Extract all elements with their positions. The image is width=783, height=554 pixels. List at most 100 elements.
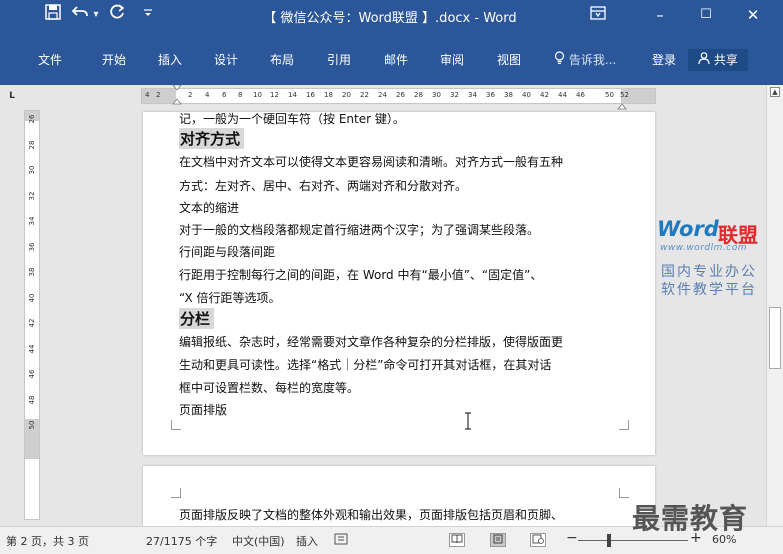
heading-columns: 分栏: [179, 308, 215, 329]
document-page[interactable]: 记，一般为一个硬回车符（按 Enter 键）。 对齐方式 在文档中对齐文本可以使…: [143, 112, 655, 455]
print-layout-icon[interactable]: [490, 533, 506, 547]
text-line: 对于一般的文档段落都规定首行缩进两个汉字；为了强调某些段落。: [179, 223, 540, 237]
ribbon-display-icon[interactable]: [578, 0, 618, 30]
ruler-tick: 44: [558, 91, 567, 99]
text-line: “X 倍行距等选项。: [179, 291, 281, 305]
undo-icon[interactable]: [70, 4, 90, 26]
insert-mode[interactable]: 插入: [296, 533, 318, 549]
text-line: 编辑报纸、杂志时，经常需要对文章作各种复杂的分栏排版，使得版面更: [179, 335, 564, 349]
read-mode-icon[interactable]: [449, 533, 465, 547]
signin-button[interactable]: 登录: [652, 51, 676, 69]
lightbulb-icon: [554, 51, 569, 67]
ruler-tick: 34: [468, 91, 477, 99]
ruler-tick: 44: [28, 344, 36, 353]
minimize-button[interactable]: –: [640, 0, 680, 30]
close-button[interactable]: ✕: [733, 0, 773, 30]
margin-corner-mark: [619, 420, 629, 430]
maximize-button[interactable]: ☐: [686, 0, 726, 30]
watermark-word: Word: [657, 217, 719, 241]
tab-file[interactable]: 文件: [38, 51, 62, 69]
text-cursor-icon: [464, 412, 472, 434]
title-bar: ▾ 【 微信公众号：Word联盟 】.docx - Word – ☐ ✕: [0, 0, 783, 30]
ruler-tick: 10: [253, 91, 262, 99]
ruler-tick: 8: [238, 91, 243, 99]
redo-icon[interactable]: [106, 4, 128, 26]
margin-corner-mark: [171, 420, 181, 430]
ruler-tick: 12: [270, 91, 279, 99]
tab-home[interactable]: 开始: [102, 51, 126, 69]
person-icon: [698, 52, 714, 67]
ribbon: 文件 开始 插入 设计 布局 引用 邮件 审阅 视图 告诉我... 登录 共享: [0, 30, 783, 85]
text-line: 在文档中对齐文本可以使得文本更容易阅读和清晰。对齐方式一般有五种: [179, 155, 564, 169]
word-count[interactable]: 27/1175 个字: [146, 533, 217, 549]
macro-record-icon[interactable]: [334, 532, 348, 549]
text-line: 方式：左对齐、居中、右对齐、两端对齐和分散对齐。: [179, 179, 468, 193]
text-line: 行间距与段落间距: [179, 245, 276, 259]
web-layout-icon[interactable]: [530, 533, 546, 547]
page-count[interactable]: 第 2 页，共 3 页: [6, 533, 89, 549]
ruler-tick: 4: [145, 91, 150, 99]
ruler-tick: 50: [605, 91, 614, 99]
ruler-tick: 42: [540, 91, 549, 99]
tell-me-label: 告诉我...: [568, 53, 617, 67]
indent-marker-icon[interactable]: [172, 84, 182, 111]
language[interactable]: 中文(中国): [232, 533, 285, 549]
horizontal-ruler[interactable]: 4 2 2 4 6 8 10 12 14 16 18 20 22 24 26 28 30 32 34 36 38 40 42…: [141, 84, 656, 110]
tab-design[interactable]: 设计: [214, 51, 238, 69]
ruler-tick: 28: [28, 140, 36, 149]
ruler-tick: 42: [28, 318, 36, 328]
ruler-tick: 40: [522, 91, 531, 99]
save-icon[interactable]: [42, 4, 64, 26]
ruler-tick: 38: [28, 267, 36, 277]
text-line: 页面排版: [179, 403, 228, 417]
margin-corner-mark: [619, 488, 629, 498]
tab-view[interactable]: 视图: [497, 51, 521, 69]
scroll-thumb[interactable]: [769, 307, 781, 369]
ruler-tick: 46: [576, 91, 585, 99]
ruler-tick: 36: [28, 242, 36, 251]
zoom-slider[interactable]: [578, 540, 688, 541]
ruler-tick: 4: [205, 91, 210, 99]
ruler-tick: 2: [156, 91, 161, 99]
ruler-tick: 28: [414, 91, 423, 99]
ruler-tick: 26: [28, 114, 36, 124]
tab-layout[interactable]: 布局: [270, 51, 294, 69]
ruler-tick: 16: [306, 91, 315, 99]
ruler-tick: 6: [222, 91, 227, 99]
customize-icon[interactable]: [140, 4, 156, 26]
text-line: 框中可设置栏数、每栏的宽度等。: [179, 381, 360, 395]
margin-corner-mark: [171, 488, 181, 498]
tab-insert[interactable]: 插入: [158, 51, 182, 69]
share-button[interactable]: 共享: [688, 49, 748, 71]
ruler-tick: 48: [28, 395, 36, 404]
watermark-url: www.wordlm.com: [660, 243, 747, 253]
zoom-out-button[interactable]: −: [566, 530, 578, 546]
ruler-tick: 32: [28, 191, 36, 200]
scroll-up-icon[interactable]: ▲: [770, 87, 780, 97]
text-line: 行距用于控制每行之间的间距，在 Word 中有“最小值”、“固定值”、: [179, 268, 543, 282]
watermark-slogan: 软件教学平台: [661, 282, 757, 298]
ruler-tick: 20: [342, 91, 351, 99]
undo-dropdown-icon[interactable]: ▾: [90, 4, 102, 26]
tab-review[interactable]: 审阅: [440, 51, 464, 69]
ruler-tick: 26: [396, 91, 405, 99]
text-line: 记，一般为一个硬回车符（按 Enter 键）。: [179, 112, 405, 126]
text-line: 文本的缩进: [179, 201, 240, 215]
watermark-corner-brand: 最需教育: [632, 502, 749, 535]
ruler-tick: 2: [188, 91, 193, 99]
tab-selector[interactable]: L: [0, 85, 24, 107]
ruler-tick: 34: [28, 216, 36, 226]
ruler-tick: 36: [486, 91, 495, 99]
vertical-scrollbar[interactable]: ▲: [766, 85, 783, 526]
document-page[interactable]: 页面排版反映了文档的整体外观和输出效果，页面排版包括页眉和页脚、: [143, 466, 655, 526]
window-title: 【 微信公众号：Word联盟 】.docx - Word: [263, 11, 517, 26]
tab-mailings[interactable]: 邮件: [384, 51, 408, 69]
vertical-ruler[interactable]: 26 28 30 32 34 36 38 40 42 44 46 48 50: [24, 110, 40, 520]
tab-references[interactable]: 引用: [327, 51, 351, 69]
text-line: 生动和更具可读性。选择“格式｜分栏”命令可打开其对话框，在其对话: [179, 358, 552, 372]
zoom-slider-thumb[interactable]: [606, 534, 611, 547]
text-line: 页面排版反映了文档的整体外观和输出效果，页面排版包括页眉和页脚、: [179, 508, 564, 522]
tell-me-search[interactable]: 告诉我...: [554, 51, 616, 69]
ruler-tick: 38: [504, 91, 513, 99]
ruler-tick: 46: [28, 369, 36, 379]
